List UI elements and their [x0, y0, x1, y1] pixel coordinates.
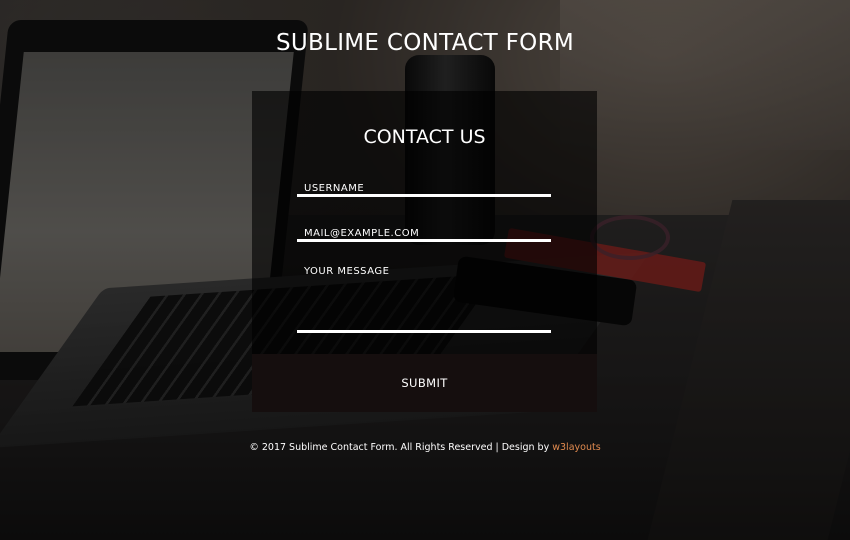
- footer-designer-link[interactable]: w3layouts: [552, 442, 600, 453]
- form-heading: CONTACT US: [363, 126, 486, 148]
- contact-form: CONTACT US SUBMIT: [252, 91, 597, 412]
- username-field-wrapper: [297, 176, 551, 198]
- username-input[interactable]: [297, 179, 551, 198]
- submit-button[interactable]: SUBMIT: [252, 354, 597, 412]
- email-field-wrapper: [297, 221, 551, 243]
- footer: © 2017 Sublime Contact Form. All Rights …: [0, 442, 850, 453]
- email-input[interactable]: [297, 224, 551, 243]
- message-field-wrapper: [297, 266, 551, 333]
- page-title: SUBLIME CONTACT FORM: [275, 30, 575, 56]
- footer-copyright: © 2017 Sublime Contact Form. All Rights …: [249, 442, 553, 453]
- message-textarea[interactable]: [297, 266, 551, 330]
